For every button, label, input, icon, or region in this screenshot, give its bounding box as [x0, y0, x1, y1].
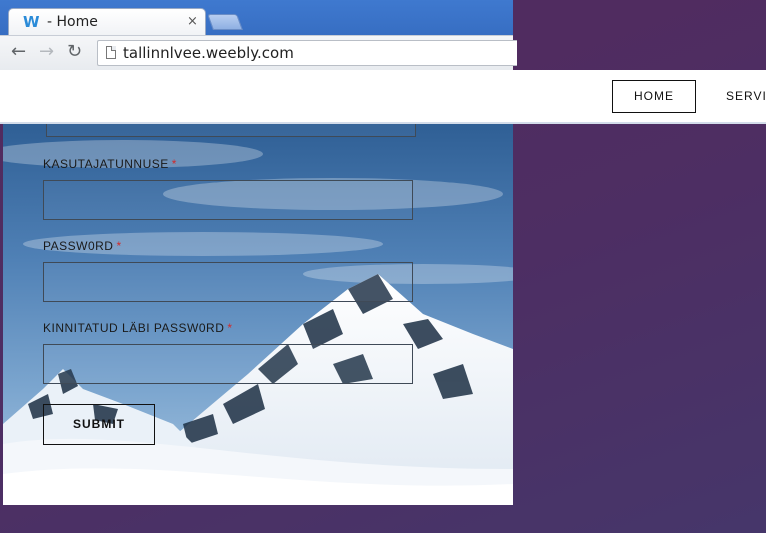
confirm-password-label-text: KINNITATUD LÄBI PASSW0RD [43, 321, 225, 335]
username-label-text: KASUTAJATUNNUSE [43, 157, 169, 171]
username-label: KASUTAJATUNNUSE * [43, 157, 177, 171]
username-input[interactable] [43, 180, 413, 220]
password-label: PASSW0RD * [43, 239, 122, 253]
previous-input-field[interactable] [46, 124, 416, 137]
password-label-text: PASSW0RD [43, 239, 114, 253]
browser-tab[interactable]: W - Home × [8, 8, 206, 35]
tab-title: - Home [47, 14, 98, 30]
site-header: HOME SERVI [0, 70, 766, 124]
url-text: tallinnlvee.weebly.com [123, 44, 294, 62]
weebly-favicon-icon: W [23, 13, 40, 31]
password-input[interactable] [43, 262, 413, 302]
nav-item-home[interactable]: HOME [612, 80, 696, 113]
reload-icon[interactable]: ↻ [67, 42, 82, 62]
browser-toolbar: ← → ↻ tallinnlvee.weebly.com [0, 35, 517, 70]
back-arrow-icon[interactable]: ← [11, 42, 26, 62]
required-marker: * [227, 321, 233, 335]
confirm-password-label: KINNITATUD LÄBI PASSW0RD * [43, 321, 233, 335]
confirm-password-input[interactable] [43, 344, 413, 384]
new-tab-button[interactable] [207, 14, 243, 30]
nav-item-services[interactable]: SERVI [726, 80, 766, 113]
required-marker: * [116, 239, 122, 253]
address-bar[interactable]: tallinnlvee.weebly.com [97, 40, 517, 66]
required-marker: * [171, 157, 177, 171]
forward-arrow-icon[interactable]: → [39, 42, 54, 62]
submit-button[interactable]: SUBMIT [43, 404, 155, 445]
page-icon [106, 46, 116, 59]
tab-close-icon[interactable]: × [187, 14, 198, 29]
